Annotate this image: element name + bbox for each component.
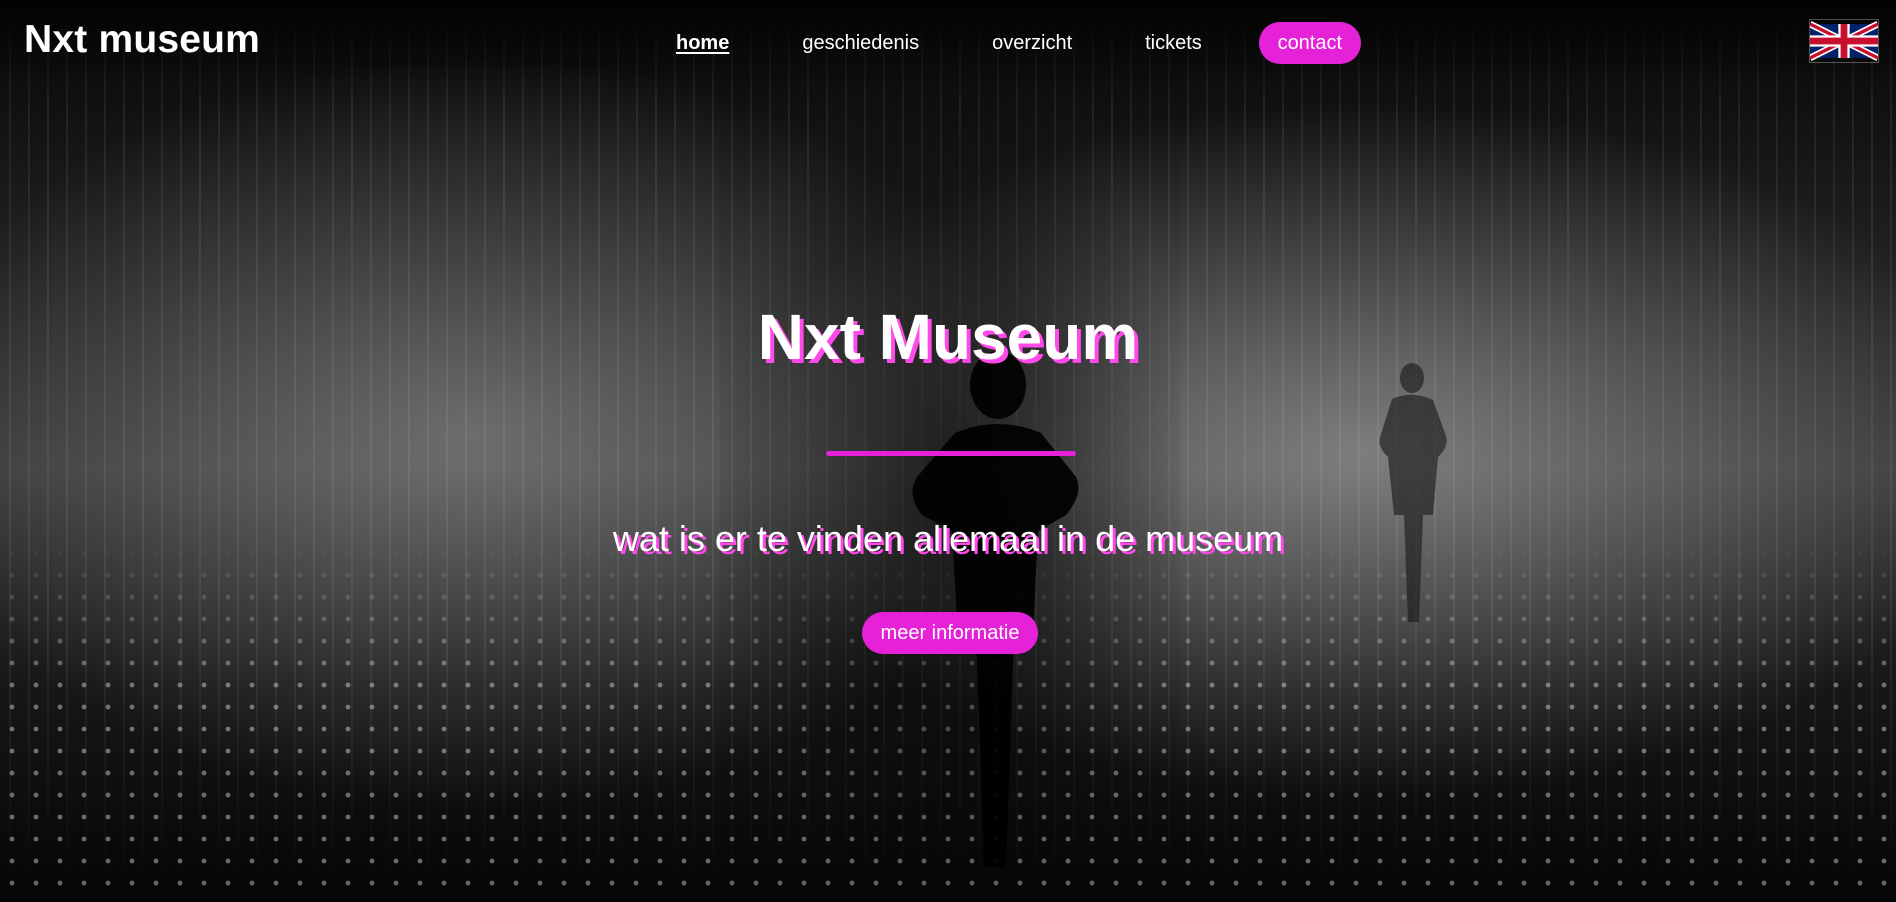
hero-divider	[826, 451, 1076, 456]
uk-flag-svg	[1810, 20, 1878, 62]
site-brand[interactable]: Nxt museum	[24, 18, 260, 62]
hero-section: Nxt museum home geschiedenis overzicht t…	[0, 0, 1896, 902]
nav-tickets[interactable]: tickets	[1129, 22, 1218, 64]
uk-flag-icon[interactable]	[1809, 19, 1879, 63]
nav-home[interactable]: home	[660, 22, 745, 64]
hero-subtitle: wat is er te vinden allemaal in de museu…	[612, 518, 1284, 559]
nav-geschiedenis[interactable]: geschiedenis	[786, 22, 935, 64]
top-navigation-bar: Nxt museum home geschiedenis overzicht t…	[0, 0, 1896, 84]
more-info-button[interactable]: meer informatie	[862, 612, 1038, 654]
main-nav: home geschiedenis overzicht tickets cont…	[660, 22, 1361, 64]
nav-contact-button[interactable]: contact	[1258, 22, 1361, 64]
side-person-silhouette	[1379, 363, 1447, 622]
nav-overzicht[interactable]: overzicht	[976, 22, 1088, 64]
hero-title: Nxt Museum	[757, 301, 1139, 373]
side-person-body	[1379, 394, 1447, 622]
